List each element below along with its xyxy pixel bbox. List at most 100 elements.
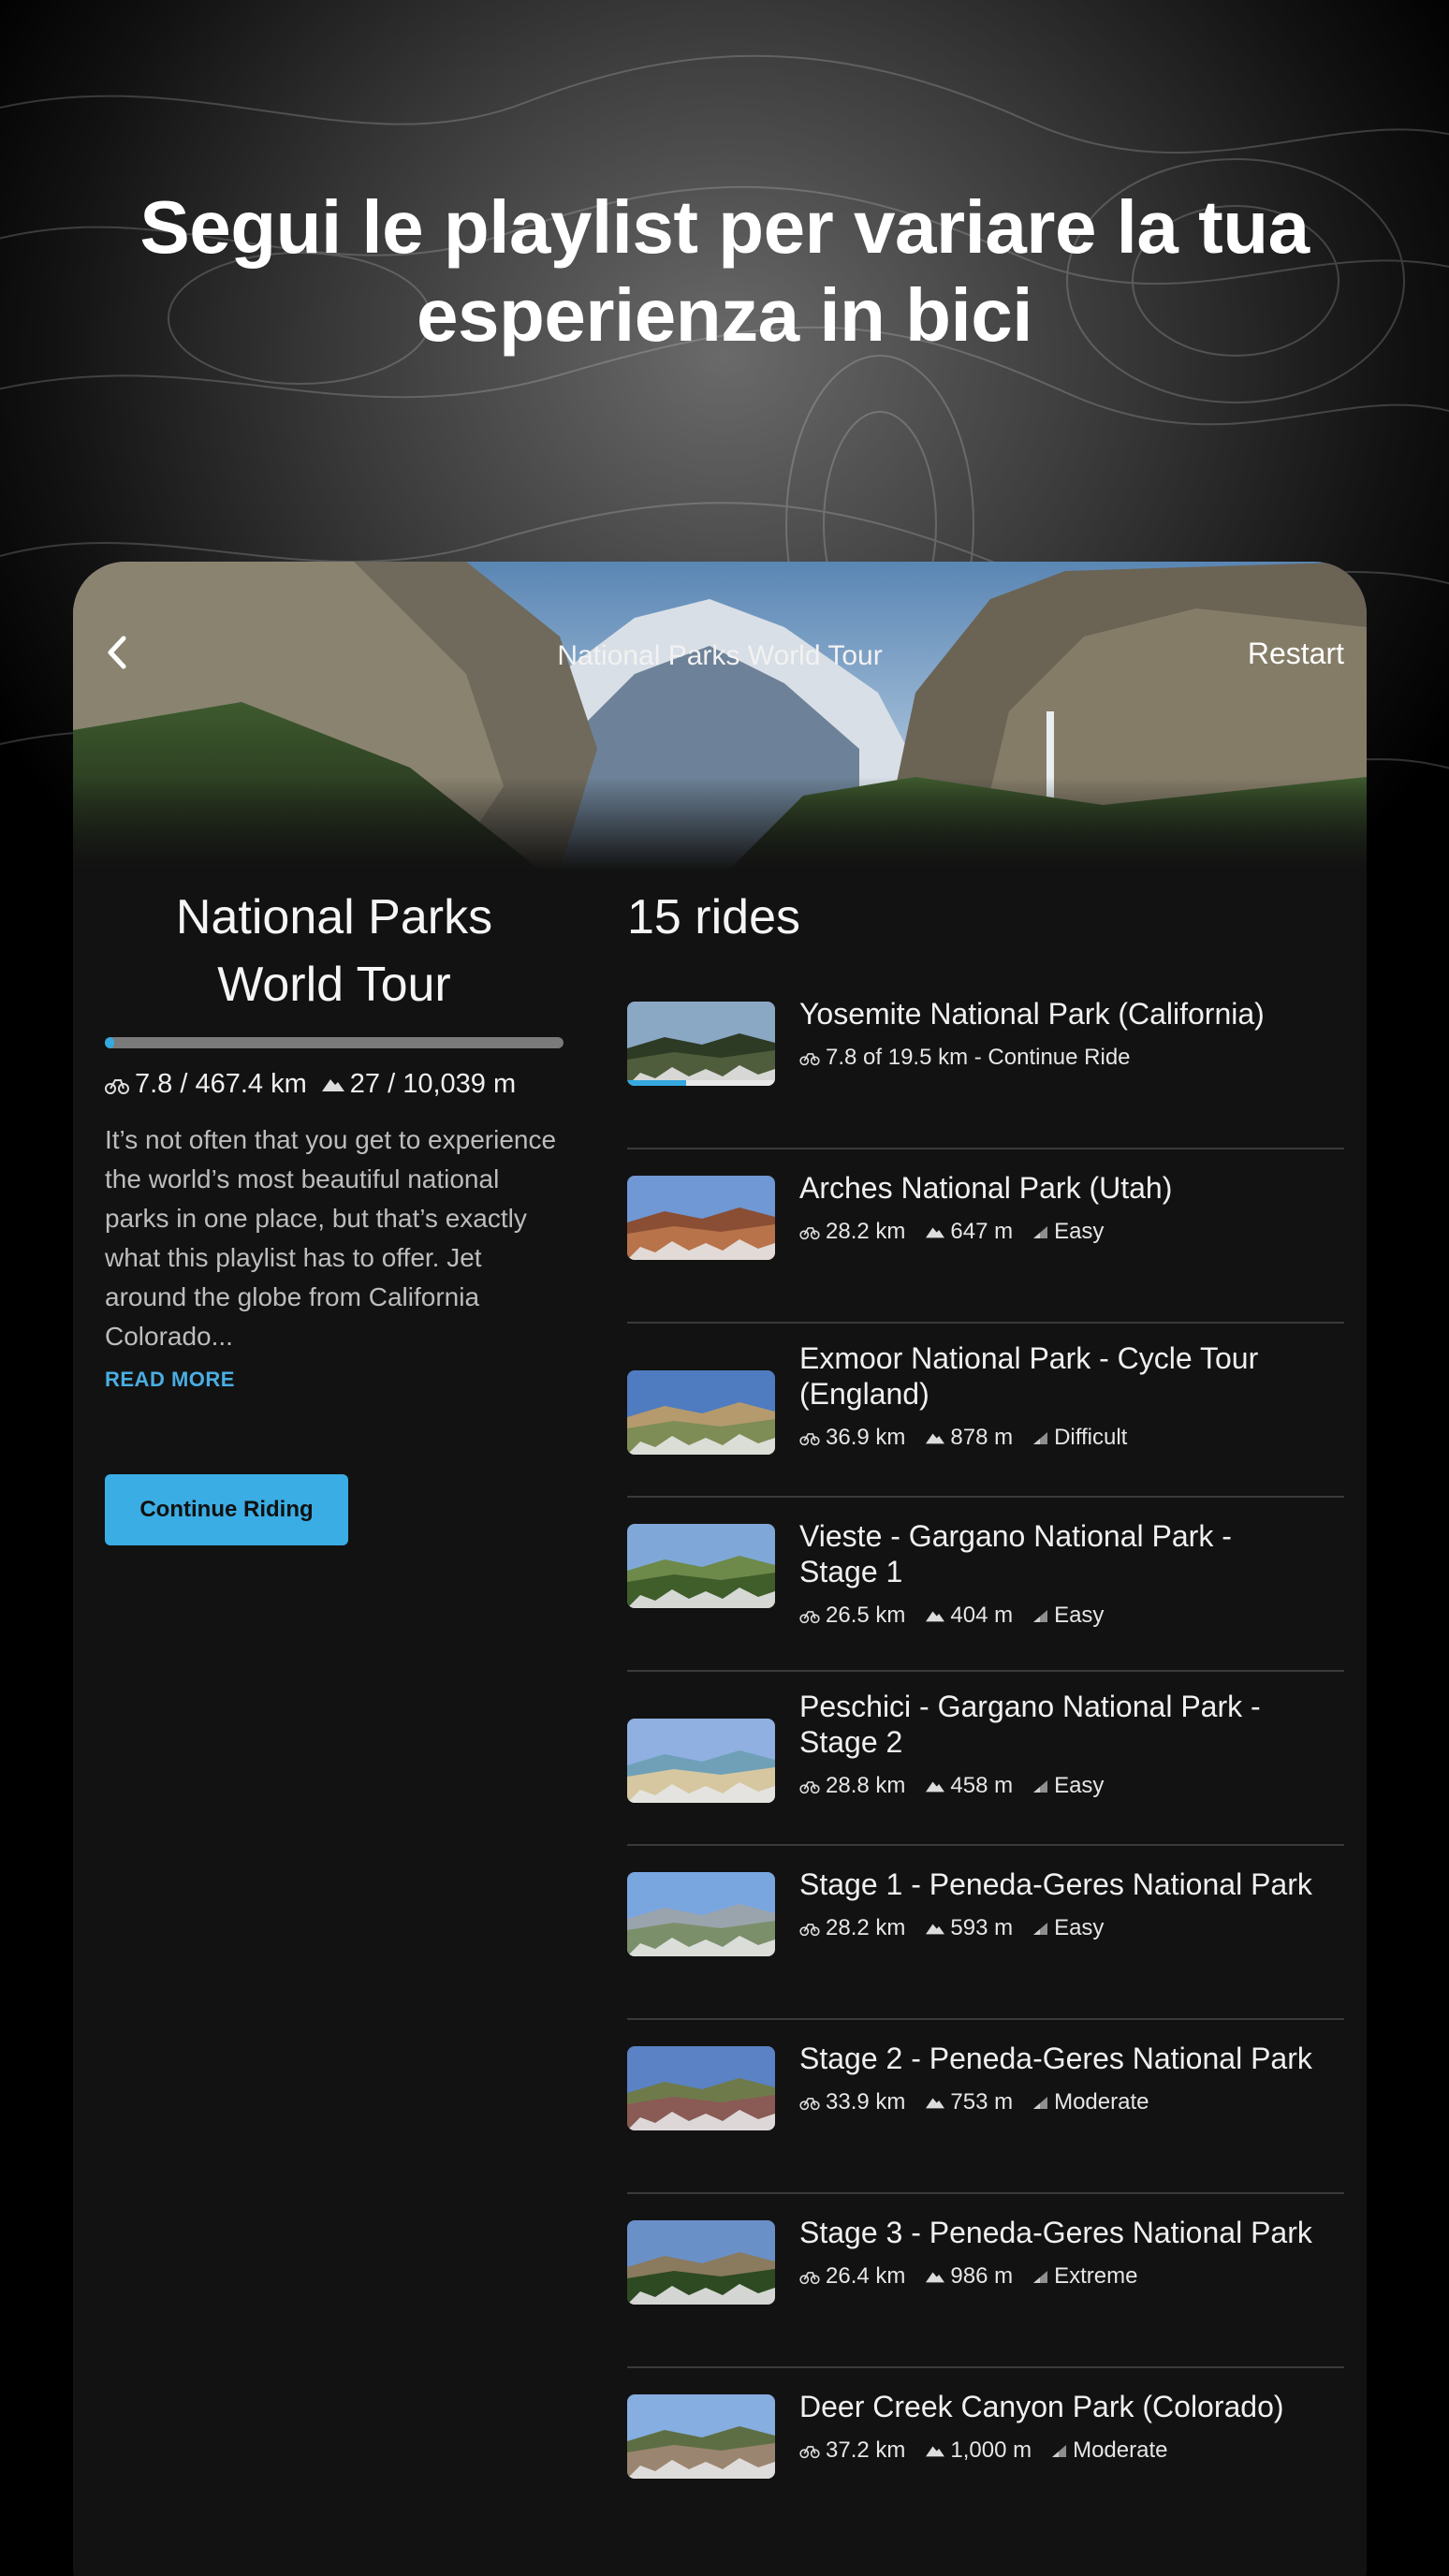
ride-thumbnail-image [627, 1002, 775, 1086]
ride-thumbnail [627, 1370, 775, 1455]
ride-difficulty: Extreme [1054, 2263, 1138, 2289]
playlist-distance: 7.8 / 467.4 km [135, 1069, 307, 1099]
ride-thumbnail [627, 1524, 775, 1608]
ride-info: Arches National Park (Utah) 28.2 km 647 m E… [799, 1170, 1318, 1245]
restart-button[interactable]: Restart [1248, 637, 1344, 671]
playlist-progress-fill [105, 1037, 114, 1048]
ride-item[interactable]: Stage 2 - Peneda-Geres National Park 33.9… [627, 2020, 1344, 2194]
ride-elevation: 593 m [950, 1915, 1014, 1940]
mountain-icon [321, 1078, 344, 1091]
ride-name: Peschici - Gargano National Park - Stage… [799, 1690, 1261, 1759]
ride-thumbnail-image [627, 2220, 775, 2305]
ride-thumbnail [627, 1719, 775, 1803]
mountain-icon [926, 2446, 945, 2456]
ride-difficulty: Easy [1054, 1603, 1105, 1628]
ride-elevation: 986 m [950, 2263, 1014, 2289]
ride-elevation: 647 m [950, 1219, 1014, 1244]
mountain-icon [926, 2098, 945, 2108]
ride-elevation: 753 m [950, 2089, 1014, 2115]
ride-item[interactable]: Vieste - Gargano National Park - Stage 1… [627, 1498, 1344, 1672]
screen: Segui le playlist per variare la tua esp… [0, 0, 1449, 2576]
signal-icon [1033, 1923, 1048, 1935]
ride-name: Stage 3 - Peneda-Geres National Park [799, 2216, 1312, 2249]
ride-meta: 26.4 km 986 m Extreme [799, 2263, 1318, 2290]
ride-info: Stage 1 - Peneda-Geres National Park 28.2… [799, 1866, 1318, 1941]
ride-difficulty: Easy [1054, 1219, 1105, 1244]
ride-thumbnail-image [627, 1719, 775, 1803]
ride-item[interactable]: Exmoor National Park - Cycle Tour (Engla… [627, 1324, 1344, 1498]
marketing-headline: Segui le playlist per variare la tua esp… [0, 183, 1449, 359]
ride-item[interactable]: Deer Creek Canyon Park (Colorado) 37.2 km… [627, 2368, 1344, 2542]
rides-count: 15 rides [627, 890, 800, 944]
ride-name: Vieste - Gargano National Park - Stage 1 [799, 1519, 1232, 1588]
ride-thumbnail [627, 2046, 775, 2130]
signal-icon [1033, 1780, 1048, 1793]
ride-thumbnail [627, 2394, 775, 2479]
signal-icon [1052, 2445, 1067, 2457]
playlist-title-line-1: National Parks [175, 890, 493, 944]
ride-name: Exmoor National Park - Cycle Tour (Engla… [799, 1341, 1259, 1411]
ride-item[interactable]: Stage 1 - Peneda-Geres National Park 28.2… [627, 1846, 1344, 2020]
mountain-icon [926, 1611, 945, 1621]
bike-icon [799, 2272, 820, 2285]
ride-difficulty: Difficult [1054, 1425, 1128, 1450]
ride-distance: 26.5 km [826, 1603, 906, 1628]
ride-list: Yosemite National Park (California) 7.8 o… [627, 975, 1344, 2542]
continue-riding-button[interactable]: Continue Riding [105, 1474, 348, 1545]
ride-thumbnail [627, 1002, 775, 1086]
ride-meta: 28.2 km 647 m Easy [799, 1219, 1318, 1245]
ride-elevation: 878 m [950, 1425, 1014, 1450]
ride-meta: 33.9 km 753 m Moderate [799, 2089, 1318, 2115]
ride-thumbnail [627, 1176, 775, 1260]
bike-icon [105, 1078, 129, 1094]
ride-name: Yosemite National Park (California) [799, 997, 1265, 1031]
ride-item[interactable]: Stage 3 - Peneda-Geres National Park 26.4… [627, 2194, 1344, 2368]
ride-thumbnail-image [627, 1370, 775, 1455]
bike-icon [799, 1053, 820, 1066]
mountain-icon [926, 1781, 945, 1792]
ride-thumbnail [627, 2220, 775, 2305]
ride-difficulty: Moderate [1073, 2437, 1168, 2463]
mountain-icon [926, 1433, 945, 1443]
ride-thumbnail-image [627, 2046, 775, 2130]
ride-distance: 28.2 km [826, 1915, 906, 1940]
ride-elevation: 458 m [950, 1773, 1014, 1798]
ride-item[interactable]: Arches National Park (Utah) 28.2 km 647 m E… [627, 1149, 1344, 1324]
headline-line-1: Segui le playlist per variare la tua [139, 185, 1310, 269]
ride-item[interactable]: Yosemite National Park (California) 7.8 o… [627, 975, 1344, 1149]
playlist-title-line-2: World Tour [217, 958, 451, 1012]
ride-thumbnail-image [627, 2394, 775, 2479]
rides-panel: 15 rides Yosemite National Park (Califor… [627, 884, 1344, 2542]
ride-distance: 37.2 km [826, 2437, 906, 2463]
ride-info: Yosemite National Park (California) 7.8 o… [799, 996, 1318, 1071]
playlist-stats: 7.8 / 467.4 km 27 / 10,039 m [105, 1069, 564, 1100]
ride-info: Stage 2 - Peneda-Geres National Park 33.9… [799, 2041, 1318, 2115]
bike-icon [799, 1611, 820, 1624]
signal-icon [1033, 1610, 1048, 1622]
ride-progress: 7.8 of 19.5 km - Continue Ride [826, 1045, 1131, 1070]
bike-icon [799, 2098, 820, 2111]
ride-distance: 28.8 km [826, 1773, 906, 1798]
ride-distance: 28.2 km [826, 1219, 906, 1244]
ride-elevation: 1,000 m [950, 2437, 1032, 2463]
hero-fade [73, 777, 1367, 871]
ride-info: Stage 3 - Peneda-Geres National Park 26.4… [799, 2215, 1318, 2290]
ride-info: Vieste - Gargano National Park - Stage 1… [799, 1518, 1318, 1629]
signal-icon [1033, 2097, 1048, 2109]
ride-thumbnail-image [627, 1524, 775, 1608]
bike-icon [799, 1227, 820, 1240]
read-more-link[interactable]: READ MORE [105, 1368, 564, 1392]
ride-thumbnail-image [627, 1872, 775, 1956]
playlist-title: National Parks World Tour [105, 884, 564, 1018]
signal-icon [1033, 1226, 1048, 1238]
playlist-elevation: 27 / 10,039 m [349, 1069, 517, 1099]
ride-item[interactable]: Peschici - Gargano National Park - Stage… [627, 1672, 1344, 1846]
ride-info: Deer Creek Canyon Park (Colorado) 37.2 km… [799, 2389, 1318, 2464]
header-title: National Parks World Tour [557, 640, 883, 671]
ride-difficulty: Easy [1054, 1915, 1105, 1940]
ride-meta: 28.2 km 593 m Easy [799, 1915, 1318, 1941]
bike-icon [799, 2446, 820, 2459]
ride-meta: 7.8 of 19.5 km - Continue Ride [799, 1045, 1318, 1071]
ride-distance: 36.9 km [826, 1425, 906, 1450]
ride-name: Stage 2 - Peneda-Geres National Park [799, 2042, 1312, 2075]
